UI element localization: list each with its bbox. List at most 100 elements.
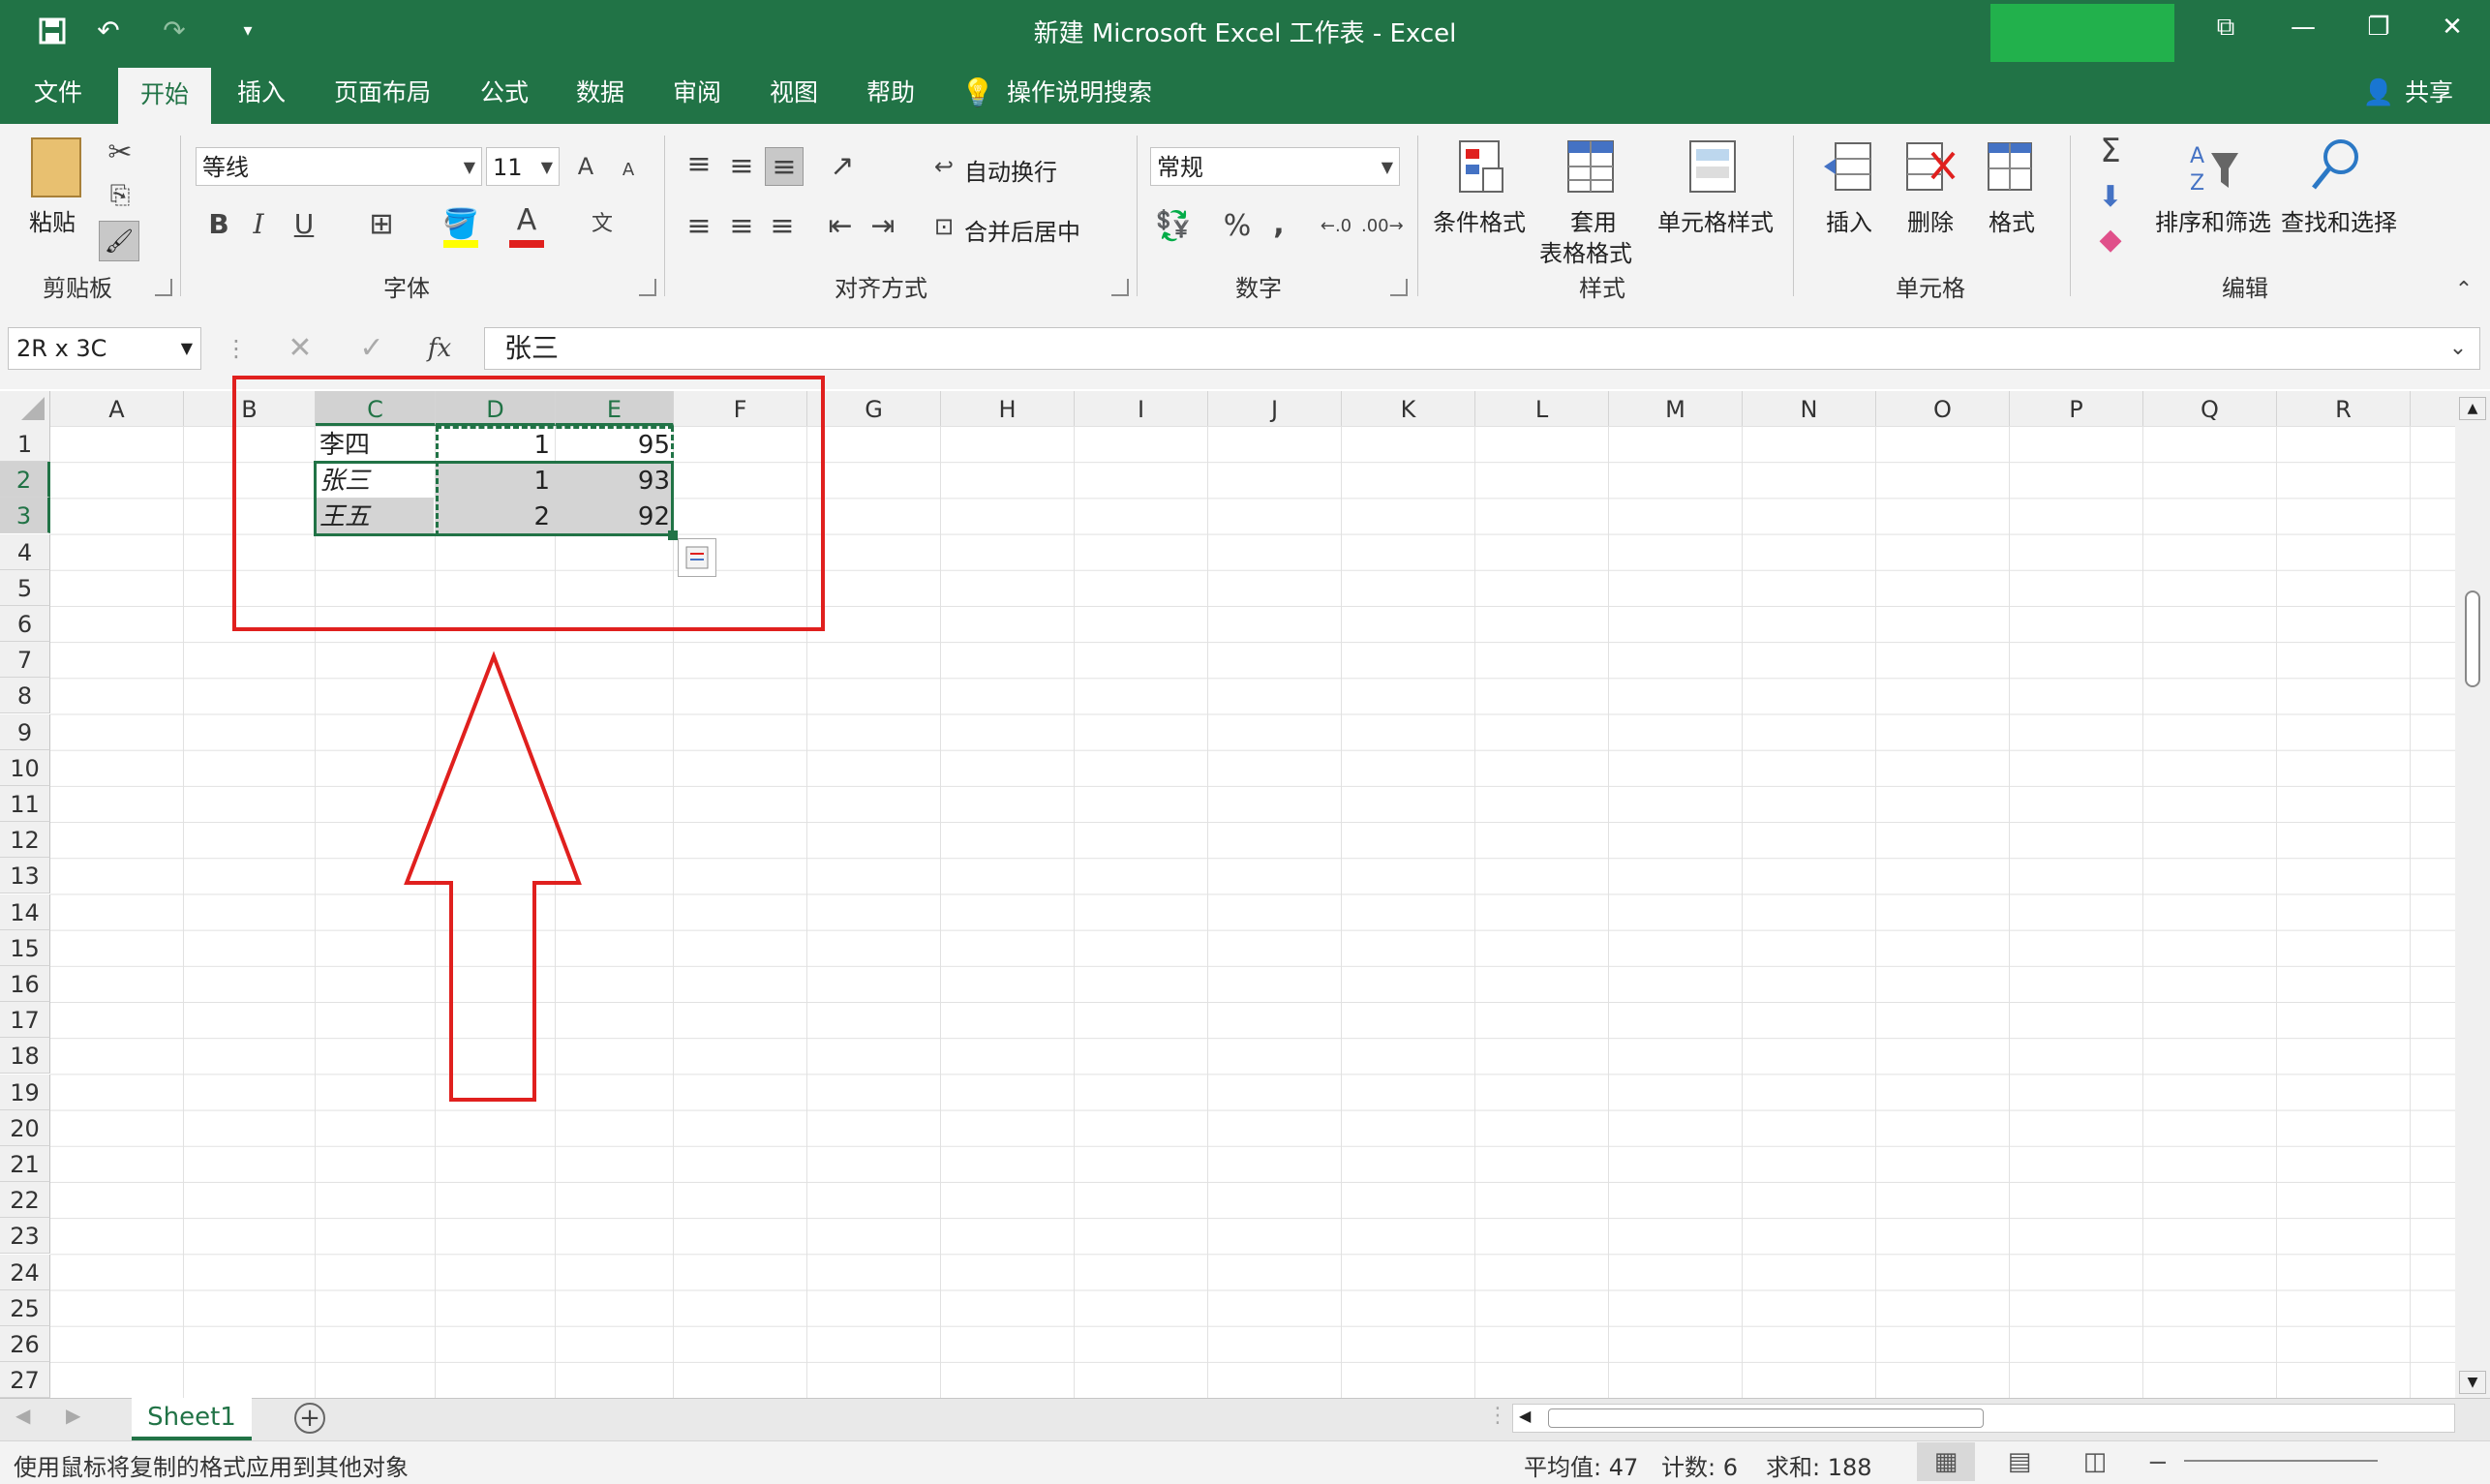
page-break-view-icon[interactable]: ◫ [2066,1442,2124,1481]
row-header-1[interactable]: 1 [0,426,50,462]
align-middle-icon[interactable]: ≡ [724,147,759,186]
find-select-button[interactable]: 查找和选择 [2281,203,2397,237]
cell-styles-icon[interactable] [1688,139,1746,197]
vertical-scrollbar[interactable]: ▲ ▼ [2455,391,2490,1398]
redo-icon[interactable]: ↷ [155,12,194,50]
row-header-3[interactable]: 3 [0,498,50,534]
horizontal-scrollbar[interactable]: ◀ [1512,1404,2455,1433]
copy-icon[interactable]: ⎘ [101,176,139,215]
row-header-9[interactable]: 9 [0,713,50,750]
close-icon[interactable]: ✕ [2411,0,2490,62]
column-header-R[interactable]: R [2277,391,2411,426]
align-bottom-icon[interactable]: ≡ [765,147,804,186]
scroll-down-icon[interactable]: ▼ [2459,1371,2486,1394]
row-header-20[interactable]: 20 [0,1109,50,1146]
column-header-M[interactable]: M [1609,391,1743,426]
restore-icon[interactable]: ❐ [2337,0,2420,62]
row-header-4[interactable]: 4 [0,533,50,570]
number-launcher-icon[interactable] [1390,279,1408,296]
row-header-22[interactable]: 22 [0,1182,50,1219]
scroll-up-icon[interactable]: ▲ [2459,397,2486,420]
format-painter-icon[interactable]: 🖌 [99,221,139,261]
column-header-H[interactable]: H [941,391,1075,426]
paste-icon[interactable] [31,137,81,197]
shrink-font-button[interactable]: A [614,151,643,190]
italic-button[interactable]: I [244,205,273,244]
percent-button[interactable]: % [1220,207,1255,246]
tab-review[interactable]: 审阅 [656,62,738,124]
phonetic-guide-button[interactable]: 文 [585,205,620,244]
row-header-2[interactable]: 2 [0,462,50,499]
insert-cells-icon[interactable] [1822,139,1876,197]
format-as-table-label-2[interactable]: 表格格式 [1539,234,1632,268]
decrease-decimal-icon[interactable]: .00→ [1361,207,1404,246]
prev-sheet-icon[interactable]: ◀ [15,1404,30,1427]
delete-cells-button[interactable]: 删除 [1907,203,1954,237]
increase-indent-icon[interactable]: ⇥ [865,207,900,246]
column-header-P[interactable]: P [2010,391,2143,426]
delete-cells-icon[interactable] [1903,139,1958,197]
number-format-combo[interactable]: 常规 ▼ [1150,147,1400,186]
format-as-table-icon[interactable] [1566,139,1621,197]
find-select-icon[interactable] [2308,136,2366,197]
sheet-tab-sheet1[interactable]: Sheet1 [132,1398,252,1440]
select-all-button[interactable] [0,391,50,426]
cell-styles-button[interactable]: 单元格样式 [1657,203,1774,237]
tell-me-search[interactable]: 操作说明搜索 [1007,62,1171,124]
tab-help[interactable]: 帮助 [850,62,931,124]
expand-formula-icon[interactable]: ⌄ [2444,329,2473,368]
wrap-text-button[interactable]: 自动换行 [964,153,1057,187]
confirm-entry-icon[interactable]: ✓ [352,329,391,368]
row-header-23[interactable]: 23 [0,1218,50,1255]
share-button[interactable]: 共享 [2395,62,2463,124]
decrease-indent-icon[interactable]: ⇤ [823,207,858,246]
row-header-24[interactable]: 24 [0,1254,50,1290]
tab-view[interactable]: 视图 [753,62,835,124]
conditional-format-button[interactable]: 条件格式 [1433,203,1526,237]
column-header-N[interactable]: N [1743,391,1876,426]
undo-icon[interactable]: ↶ [89,12,128,50]
sort-filter-icon[interactable]: AZ [2184,139,2242,197]
customize-toolbar-icon[interactable]: ▾ [228,12,267,50]
save-icon[interactable] [33,12,72,50]
grow-font-button[interactable]: A [571,147,600,186]
column-header-J[interactable]: J [1208,391,1342,426]
alignment-launcher-icon[interactable] [1111,279,1129,296]
increase-decimal-icon[interactable]: ←.0 [1319,207,1353,246]
tab-insert[interactable]: 插入 [221,62,302,124]
accounting-format-icon[interactable]: 💱 [1154,207,1193,246]
column-header-O[interactable]: O [1876,391,2010,426]
horizontal-scroll-thumb[interactable] [1548,1408,1984,1428]
underline-button[interactable]: U [287,205,321,244]
format-as-table-label-1[interactable]: 套用 [1570,203,1617,237]
row-header-16[interactable]: 16 [0,966,50,1002]
paste-button[interactable]: 粘贴 [29,203,76,237]
add-sheet-icon[interactable]: + [294,1403,325,1434]
merge-center-button[interactable]: 合并后居中 [964,213,1080,247]
ribbon-display-icon[interactable]: ⧉ [2184,0,2267,62]
tab-formulas[interactable]: 公式 [461,62,548,124]
align-left-icon[interactable]: ≡ [682,207,716,246]
insert-function-button[interactable]: fx [420,329,459,368]
normal-view-icon[interactable]: ▦ [1917,1442,1975,1481]
insert-cells-button[interactable]: 插入 [1826,203,1872,237]
vertical-scroll-thumb[interactable] [2465,591,2480,687]
scroll-left-icon[interactable]: ◀ [1519,1407,1531,1425]
row-header-13[interactable]: 13 [0,858,50,894]
font-name-combo[interactable]: 等线 ▼ [196,147,482,186]
autosum-button[interactable]: Σ [2091,132,2130,170]
minimize-icon[interactable]: — [2262,0,2345,62]
row-header-19[interactable]: 19 [0,1074,50,1110]
align-center-icon[interactable]: ≡ [724,207,759,246]
row-header-26[interactable]: 26 [0,1326,50,1362]
row-header-8[interactable]: 8 [0,678,50,714]
column-header-G[interactable]: G [807,391,941,426]
comma-button[interactable]: , [1264,205,1293,244]
row-header-15[interactable]: 15 [0,929,50,966]
clear-icon[interactable]: ◆ [2091,221,2130,259]
row-header-11[interactable]: 11 [0,786,50,822]
row-header-21[interactable]: 21 [0,1146,50,1182]
column-header-A[interactable]: A [50,391,184,426]
fill-icon[interactable]: ⬇ [2091,178,2130,217]
row-header-10[interactable]: 10 [0,749,50,786]
